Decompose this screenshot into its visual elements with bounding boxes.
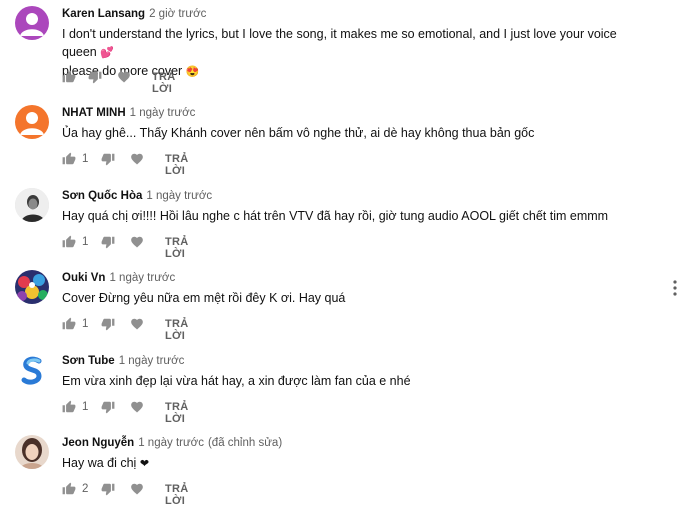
like-button[interactable] (62, 152, 76, 166)
like-count: 1 (82, 401, 89, 413)
like-count: 1 (82, 318, 89, 330)
thumbs-down-icon (101, 153, 115, 166)
comment-header: NHAT MINH 1 ngày trước (62, 107, 195, 119)
edited-label: (đã chỉnh sửa) (207, 437, 283, 449)
author-name[interactable]: Sơn Tube (62, 355, 115, 367)
thumbs-down-icon (101, 318, 115, 331)
author-name[interactable]: NHAT MINH (62, 107, 126, 119)
heart-button[interactable] (130, 400, 144, 414)
heart-eyes-emoji: 😍 (185, 66, 200, 78)
comment-text: Cover Đừng yêu nữa em mệt rồi đêy K ơi. … (62, 291, 346, 305)
reply-button[interactable]: TRẢ LỜI (152, 71, 176, 95)
thumbs-up-icon (62, 152, 76, 165)
dislike-button[interactable] (88, 70, 102, 84)
thumbs-down-icon (101, 483, 115, 496)
like-button[interactable] (62, 482, 76, 496)
dislike-button[interactable] (101, 235, 115, 249)
comment-text: Hay quá chị ơi!!!! Hồi lâu nghe c hát tr… (62, 209, 609, 223)
comment-text: Hay wa đi chị ❤ (62, 454, 652, 473)
reply-button[interactable]: TRẢ LỜI (165, 483, 189, 507)
avatar[interactable] (15, 188, 49, 222)
comment-text: Ủa hay ghê... Thấy Khánh cover nên bấm v… (62, 126, 535, 140)
comment-header: Sơn Quốc Hòa 1 ngày trước (62, 190, 212, 202)
reply-button[interactable]: TRẢ LỜI (165, 401, 189, 425)
comment-text-line: I don't understand the lyrics, but I lov… (62, 27, 617, 59)
like-button[interactable] (62, 70, 76, 84)
reply-button[interactable]: TRẢ LỜI (165, 318, 189, 342)
thumbs-down-icon (88, 71, 102, 84)
avatar[interactable] (15, 6, 49, 40)
comment-header: Karen Lansang 2 giờ trước (62, 8, 206, 20)
heart-button[interactable] (130, 152, 144, 166)
heart-button[interactable] (130, 482, 144, 496)
heart-icon (131, 236, 143, 248)
heart-icon (131, 153, 143, 165)
heart-icon (118, 71, 130, 83)
avatar[interactable] (15, 105, 49, 139)
thumbs-down-icon (101, 236, 115, 249)
like-count: 1 (82, 236, 89, 248)
reply-button[interactable]: TRẢ LỜI (165, 236, 189, 260)
comment-text: Em vừa xinh đẹp lại vừa hát hay, a xin đ… (62, 374, 411, 388)
comment-header: Ouki Vn 1 ngày trước (62, 272, 175, 284)
more-actions-icon[interactable] (672, 280, 678, 296)
comment-time[interactable]: 2 giờ trước (149, 8, 206, 20)
avatar[interactable] (15, 353, 49, 387)
heart-icon (131, 483, 143, 495)
thumbs-up-icon (62, 70, 76, 83)
thumbs-down-icon (101, 401, 115, 414)
thumbs-up-icon (62, 235, 76, 248)
comment-text: I don't understand the lyrics, but I lov… (62, 25, 652, 81)
like-count: 2 (82, 483, 89, 495)
comment-time[interactable]: 1 ngày trước (109, 272, 175, 284)
comment-time[interactable]: 1 ngày trước (119, 355, 185, 367)
heart-button[interactable] (130, 317, 144, 331)
comment-header: Sơn Tube 1 ngày trước (62, 355, 184, 367)
author-name[interactable]: Jeon Nguyễn (62, 437, 134, 449)
thumbs-up-icon (62, 482, 76, 495)
thumbs-up-icon (62, 400, 76, 413)
like-button[interactable] (62, 317, 76, 331)
heart-button[interactable] (130, 235, 144, 249)
heart-emoji: ❤ (139, 458, 150, 470)
comment-time[interactable]: 1 ngày trước (146, 190, 212, 202)
comment-time[interactable]: 1 ngày trước (130, 107, 196, 119)
comment-time[interactable]: 1 ngày trước (138, 437, 204, 449)
reply-button[interactable]: TRẢ LỜI (165, 153, 189, 177)
avatar[interactable] (15, 435, 49, 469)
comment-text-line: Hay wa đi chị (62, 456, 137, 470)
like-button[interactable] (62, 400, 76, 414)
dislike-button[interactable] (101, 152, 115, 166)
heart-button[interactable] (117, 70, 131, 84)
author-name[interactable]: Ouki Vn (62, 272, 105, 284)
hearts-emoji: 💕 (100, 47, 114, 59)
heart-icon (131, 318, 143, 330)
like-count: 1 (82, 153, 89, 165)
avatar[interactable] (15, 270, 49, 304)
heart-icon (131, 401, 143, 413)
author-name[interactable]: Sơn Quốc Hòa (62, 190, 142, 202)
dislike-button[interactable] (101, 482, 115, 496)
comment-header: Jeon Nguyễn 1 ngày trước (đã chỉnh sửa) (62, 437, 282, 449)
dislike-button[interactable] (101, 400, 115, 414)
thumbs-up-icon (62, 317, 76, 330)
dislike-button[interactable] (101, 317, 115, 331)
author-name[interactable]: Karen Lansang (62, 8, 145, 20)
like-button[interactable] (62, 235, 76, 249)
